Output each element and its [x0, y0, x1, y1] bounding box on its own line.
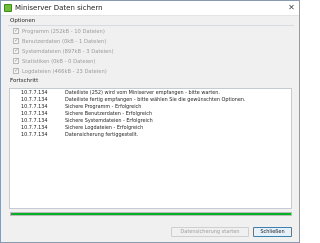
- option-label: Programm (252kB - 10 Dateien): [22, 29, 105, 35]
- log-message: Datensicherung fertiggestellt.: [65, 132, 139, 138]
- checkbox-icon[interactable]: ✓: [13, 67, 19, 74]
- log-ip: 10.7.7.134: [21, 104, 48, 110]
- title-bar: Miniserver Daten sichern ✕: [1, 1, 299, 16]
- log-ip: 10.7.7.134: [21, 125, 48, 131]
- log-row: 10.7.7.134 Sichere Benutzerdaten - Erfol…: [10, 111, 291, 118]
- option-userdata[interactable]: ✓ Benutzerdaten (0kB - 1 Dateien): [13, 37, 107, 46]
- progress-heading: Fortschritt: [10, 78, 39, 84]
- option-statistics[interactable]: ✓ Statistiken (0kB - 0 Dateien): [13, 57, 96, 66]
- log-message: Sichere Benutzerdaten - Erfolgreich: [65, 111, 153, 117]
- log-ip: 10.7.7.134: [21, 111, 48, 117]
- option-systemfiles[interactable]: ✓ Systemdateien (897kB - 3 Dateien): [13, 47, 114, 56]
- option-label: Systemdateien (897kB - 3 Dateien): [22, 49, 114, 55]
- log-ip: 10.7.7.134: [21, 118, 48, 124]
- log-row: 10.7.7.134 Dateiliste (252) wird vom Min…: [10, 90, 291, 97]
- progress-bar-fill: [11, 213, 291, 215]
- close-icon[interactable]: ✕: [286, 3, 297, 13]
- checkbox-icon[interactable]: ✓: [13, 57, 19, 64]
- option-program[interactable]: ✓ Programm (252kB - 10 Dateien): [13, 27, 105, 36]
- log-message: Sichere Systemdateien - Erfolgreich: [65, 118, 153, 124]
- log-message: Sichere Programm - Erfolgreich: [65, 104, 142, 110]
- options-heading: Optionen: [10, 18, 36, 24]
- log-row: 10.7.7.134 Sichere Programm - Erfolgreic…: [10, 104, 291, 111]
- log-message: Dateiliste fertig empfangen - bitte wähl…: [65, 97, 246, 103]
- option-label: Statistiken (0kB - 0 Dateien): [22, 59, 96, 65]
- option-label: Logdateien (466kB - 23 Dateien): [22, 69, 107, 75]
- log-ip: 10.7.7.134: [21, 97, 48, 103]
- close-button[interactable]: Schließen: [253, 227, 292, 237]
- log-row: 10.7.7.134 Sichere Logdateien - Erfolgre…: [10, 125, 291, 132]
- start-backup-button[interactable]: Datensicherung starten: [171, 227, 249, 237]
- app-icon: [4, 4, 12, 12]
- option-logfiles[interactable]: ✓ Logdateien (466kB - 23 Dateien): [13, 67, 107, 76]
- checkbox-icon[interactable]: ✓: [13, 37, 19, 44]
- log-message: Sichere Logdateien - Erfolgreich: [65, 125, 144, 131]
- checkbox-icon[interactable]: ✓: [13, 47, 19, 54]
- log-message: Dateiliste (252) wird vom Miniserver emp…: [65, 90, 220, 96]
- log-row: 10.7.7.134 Dateiliste fertig empfangen -…: [10, 97, 291, 104]
- checkbox-icon[interactable]: ✓: [13, 27, 19, 34]
- log-row: 10.7.7.134 Sichere Systemdateien - Erfol…: [10, 118, 291, 125]
- progress-log[interactable]: 10.7.7.134 Dateiliste (252) wird vom Min…: [9, 88, 292, 209]
- option-label: Benutzerdaten (0kB - 1 Dateien): [22, 39, 107, 45]
- log-row: 10.7.7.134 Datensicherung fertiggestellt…: [10, 132, 291, 139]
- log-ip: 10.7.7.134: [21, 90, 48, 96]
- log-ip: 10.7.7.134: [21, 132, 48, 138]
- window-title: Miniserver Daten sichern: [15, 4, 103, 12]
- backup-dialog: Miniserver Daten sichern ✕ Optionen ✓ Pro…: [0, 0, 300, 243]
- options-divider: [8, 25, 294, 26]
- progress-bar: [10, 212, 292, 216]
